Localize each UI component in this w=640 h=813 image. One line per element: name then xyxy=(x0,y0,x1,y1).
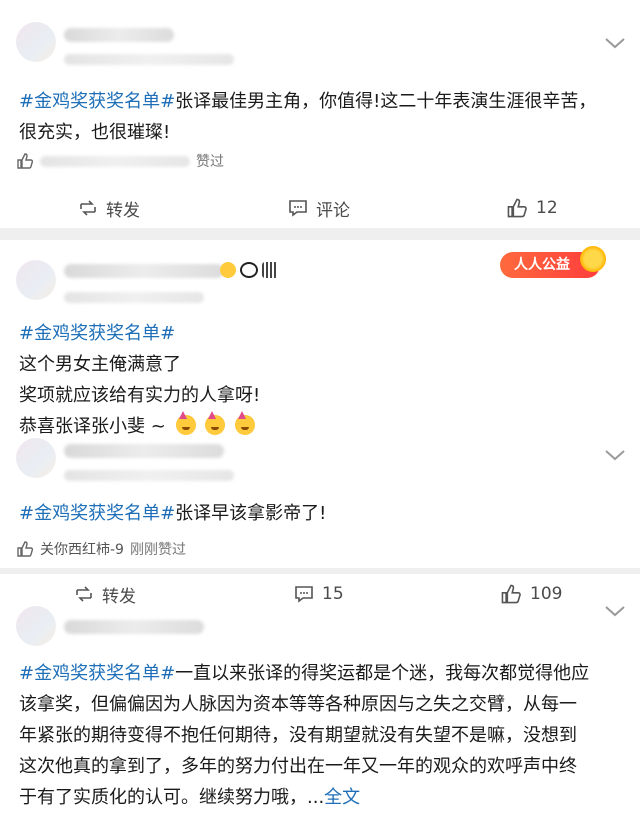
sun-icon xyxy=(580,246,606,272)
comment-button[interactable]: 评论 xyxy=(288,188,350,228)
zebra-icon xyxy=(262,262,278,278)
liked-by-user[interactable]: 关你西红柿-9 xyxy=(40,539,124,559)
post-text: #金鸡奖获奖名单# 这个男女主俺满意了 奖项就应该给有实力的人拿呀! 恭喜张译张… xyxy=(19,318,624,442)
post-text: #金鸡奖获奖名单#张译最佳男主角，你值得!这二十年表演生涯很辛苦， 很充实，也很… xyxy=(19,91,597,143)
thumbs-up-icon xyxy=(501,584,521,604)
full-text-link[interactable]: 全文 xyxy=(324,787,360,808)
hashtag-link[interactable]: #金鸡奖获奖名单# xyxy=(19,91,175,112)
repost-button[interactable]: 转发 xyxy=(74,574,136,614)
post-actions: 转发 15 109 xyxy=(0,574,640,614)
liked-by-blurred xyxy=(40,155,190,167)
post-actions: 转发 评论 12 xyxy=(0,188,640,228)
emoji-icon xyxy=(220,262,236,278)
post-meta-blurred xyxy=(64,54,234,65)
comment-button[interactable]: 15 xyxy=(294,574,344,614)
chevron-down-icon[interactable] xyxy=(604,36,626,50)
username-blurred[interactable] xyxy=(64,620,204,634)
avatar[interactable] xyxy=(16,22,56,62)
like-button[interactable]: 12 xyxy=(506,188,558,228)
post-meta-blurred xyxy=(64,470,234,481)
repost-button[interactable]: 转发 xyxy=(78,188,140,228)
hashtag-link[interactable]: #金鸡奖获奖名单# xyxy=(19,503,175,524)
repost-icon xyxy=(76,586,92,602)
post-meta-blurred xyxy=(64,292,204,303)
liked-by-line: 赞过 xyxy=(16,150,224,172)
hashtag-link[interactable]: #金鸡奖获奖名单# xyxy=(19,663,175,684)
chevron-down-icon[interactable] xyxy=(604,448,626,462)
repost-icon xyxy=(80,200,96,216)
charity-badge[interactable]: 人人公益 xyxy=(500,246,606,278)
liked-suffix: 赞过 xyxy=(196,154,224,170)
post-text: #金鸡奖获奖名单#一直以来张译的得奖运都是个迷，我每次都觉得他应 该拿奖，但偏偏… xyxy=(19,663,590,808)
liked-time: 刚刚赞过 xyxy=(129,542,186,558)
avatar[interactable] xyxy=(16,260,56,300)
username-blurred[interactable] xyxy=(64,28,174,42)
thumbs-up-icon xyxy=(16,540,34,558)
chevron-down-icon[interactable] xyxy=(604,604,626,618)
post-card: #金鸡奖获奖名单#一直以来张译的得奖运都是个迷，我每次都觉得他应 该拿奖，但偏偏… xyxy=(0,606,640,812)
post-text: #金鸡奖获奖名单#张译早该拿影帝了! xyxy=(19,503,327,524)
like-button[interactable]: 109 xyxy=(500,574,562,614)
comment-icon xyxy=(295,586,313,603)
hashtag-link[interactable]: #金鸡奖获奖名单# xyxy=(19,318,624,349)
user-badges xyxy=(220,262,278,278)
thumbs-up-icon xyxy=(507,198,527,218)
separator xyxy=(0,228,640,240)
liked-by-line: 关你西红柿-9 刚刚赞过 xyxy=(16,538,186,560)
username-blurred[interactable] xyxy=(64,444,224,458)
post-card: #金鸡奖获奖名单#张译最佳男主角，你值得!这二十年表演生涯很辛苦， 很充实，也很… xyxy=(0,0,640,228)
username-blurred[interactable] xyxy=(64,264,224,278)
thumbs-up-icon xyxy=(16,152,34,170)
avatar[interactable] xyxy=(16,606,56,646)
panda-icon xyxy=(240,262,258,278)
avatar[interactable] xyxy=(16,438,56,478)
comment-icon xyxy=(289,200,307,217)
